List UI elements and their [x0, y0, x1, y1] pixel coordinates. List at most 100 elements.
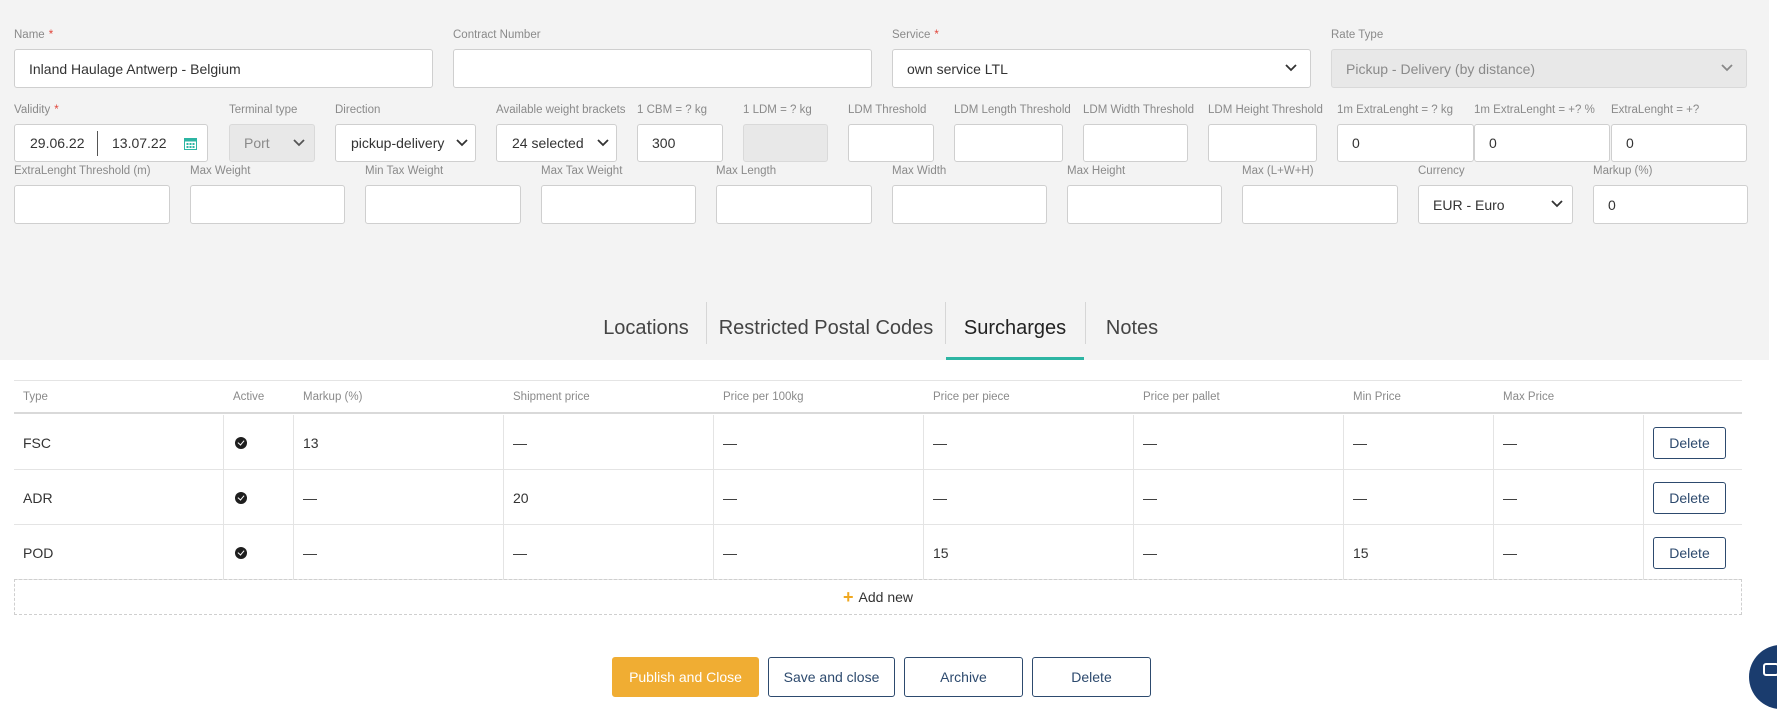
table-row: ADR — 20 — — — — — Delete	[14, 470, 1742, 525]
ldm-label: 1 LDM = ? kg	[743, 104, 812, 116]
cell-shipment-price: —	[504, 415, 714, 470]
ldm-threshold-input[interactable]	[848, 124, 934, 162]
cell-markup: —	[294, 525, 504, 580]
direction-field: Direction pickup-delivery	[335, 103, 476, 163]
extra-length-threshold-field: ExtraLenght Threshold (m)	[14, 164, 170, 224]
max-length-input[interactable]	[716, 185, 872, 224]
ldm-threshold-field: LDM Threshold	[848, 103, 934, 163]
max-width-field: Max Width	[892, 164, 1047, 224]
weight-brackets-select[interactable]: 24 selected	[496, 124, 617, 162]
weight-brackets-value: 24 selected	[512, 135, 584, 151]
publish-and-close-button[interactable]: Publish and Close	[612, 657, 759, 697]
save-and-close-button[interactable]: Save and close	[768, 657, 895, 697]
currency-select[interactable]: EUR - Euro	[1418, 185, 1573, 224]
contract-number-input[interactable]	[453, 49, 872, 88]
delete-row-button[interactable]: Delete	[1653, 537, 1726, 569]
service-field: Service * own service LTL	[892, 28, 1311, 89]
ldm-width-threshold-field: LDM Width Threshold	[1083, 103, 1194, 163]
chevron-down-icon	[597, 139, 609, 147]
header-shipment-price: Shipment price	[513, 391, 590, 403]
rate-type-select: Pickup - Delivery (by distance)	[1331, 49, 1747, 88]
min-tax-weight-input[interactable]	[365, 185, 521, 224]
extra-length-plus-field: ExtraLenght = +? 0	[1611, 103, 1747, 163]
contract-number-label: Contract Number	[453, 29, 541, 41]
name-input[interactable]: Inland Haulage Antwerp - Belgium	[14, 49, 433, 88]
max-width-input[interactable]	[892, 185, 1047, 224]
table-row: FSC 13 — — — — — — Delete	[14, 415, 1742, 470]
table-row: POD — — — 15 — 15 — Delete	[14, 525, 1742, 580]
active-tab-indicator	[946, 357, 1084, 360]
tab-locations[interactable]: Locations	[596, 302, 696, 354]
chevron-down-icon	[1285, 64, 1297, 72]
min-tax-weight-field: Min Tax Weight	[365, 164, 521, 224]
cell-price-per-pallet: —	[1134, 525, 1344, 580]
validity-label: Validity	[14, 104, 51, 116]
weight-brackets-field: Available weight brackets 24 selected	[496, 103, 626, 163]
cell-min-price: 15	[1344, 525, 1494, 580]
validity-from-input[interactable]: 29.06.22	[30, 135, 85, 151]
add-new-button[interactable]: + Add new	[14, 579, 1742, 615]
service-select[interactable]: own service LTL	[892, 49, 1311, 88]
ldm-height-threshold-input[interactable]	[1208, 124, 1317, 162]
cell-type: FSC	[14, 415, 224, 470]
tab-divider	[706, 302, 707, 344]
calendar-icon[interactable]	[184, 137, 197, 150]
add-new-label: Add new	[858, 589, 913, 605]
cbm-field: 1 CBM = ? kg 300	[637, 103, 723, 163]
max-tax-weight-input[interactable]	[541, 185, 696, 224]
service-value: own service LTL	[907, 60, 1008, 77]
extra-length-pct-field: 1m ExtraLenght = +? % 0	[1474, 103, 1610, 163]
extra-length-pct-input[interactable]: 0	[1474, 124, 1610, 162]
cell-active	[224, 470, 294, 525]
direction-select[interactable]: pickup-delivery	[335, 124, 476, 162]
max-lwh-input[interactable]	[1242, 185, 1398, 224]
cell-type: POD	[14, 525, 224, 580]
cell-price-per-100kg: —	[714, 525, 924, 580]
chat-icon	[1763, 663, 1777, 676]
rate-form: Name * Inland Haulage Antwerp - Belgium C…	[0, 0, 1769, 360]
cell-max-price: —	[1494, 415, 1644, 470]
ldm-width-threshold-input[interactable]	[1083, 124, 1188, 162]
cbm-input[interactable]: 300	[637, 124, 723, 162]
tab-surcharges[interactable]: Surcharges	[946, 302, 1084, 354]
delete-row-button[interactable]: Delete	[1653, 427, 1726, 459]
max-weight-input[interactable]	[190, 185, 345, 224]
cbm-label: 1 CBM = ? kg	[637, 104, 707, 116]
ldm-length-threshold-input[interactable]	[954, 124, 1063, 162]
required-mark: *	[934, 29, 939, 41]
cell-max-price: —	[1494, 470, 1644, 525]
rate-type-label: Rate Type	[1331, 29, 1384, 41]
archive-button[interactable]: Archive	[904, 657, 1023, 697]
tab-restricted-postal-codes[interactable]: Restricted Postal Codes	[718, 302, 934, 354]
terminal-type-field: Terminal type Port	[229, 103, 315, 163]
ldm-field: 1 LDM = ? kg	[743, 103, 828, 163]
max-height-input[interactable]	[1067, 185, 1222, 224]
chat-widget-button[interactable]	[1749, 645, 1777, 709]
extra-length-plus-input[interactable]: 0	[1611, 124, 1747, 162]
extra-length-kg-input[interactable]: 0	[1337, 124, 1474, 162]
ldm-length-threshold-label: LDM Length Threshold	[954, 104, 1071, 116]
terminal-type-label: Terminal type	[229, 104, 298, 116]
rate-type-field: Rate Type Pickup - Delivery (by distance…	[1331, 28, 1747, 89]
header-type: Type	[23, 391, 48, 403]
max-length-label: Max Length	[716, 165, 777, 177]
max-height-field: Max Height	[1067, 164, 1222, 224]
ldm-width-threshold-label: LDM Width Threshold	[1083, 104, 1194, 116]
cell-min-price: —	[1344, 470, 1494, 525]
rate-type-value: Pickup - Delivery (by distance)	[1346, 60, 1536, 77]
tab-bar: Locations Restricted Postal Codes Surcha…	[0, 294, 1769, 360]
cell-min-price: —	[1344, 415, 1494, 470]
markup-input[interactable]: 0	[1593, 185, 1748, 224]
min-tax-weight-label: Min Tax Weight	[365, 165, 444, 177]
extra-length-threshold-input[interactable]	[14, 185, 170, 224]
delete-button[interactable]: Delete	[1032, 657, 1151, 697]
chevron-down-icon	[1721, 64, 1733, 72]
header-price-per-piece: Price per piece	[933, 391, 1010, 403]
tab-notes[interactable]: Notes	[1092, 302, 1172, 354]
delete-row-button[interactable]: Delete	[1653, 482, 1726, 514]
currency-label: Currency	[1418, 165, 1465, 177]
date-separator	[97, 131, 98, 156]
cell-type: ADR	[14, 470, 224, 525]
validity-to-input[interactable]: 13.07.22	[112, 135, 167, 151]
plus-icon: +	[843, 586, 854, 607]
